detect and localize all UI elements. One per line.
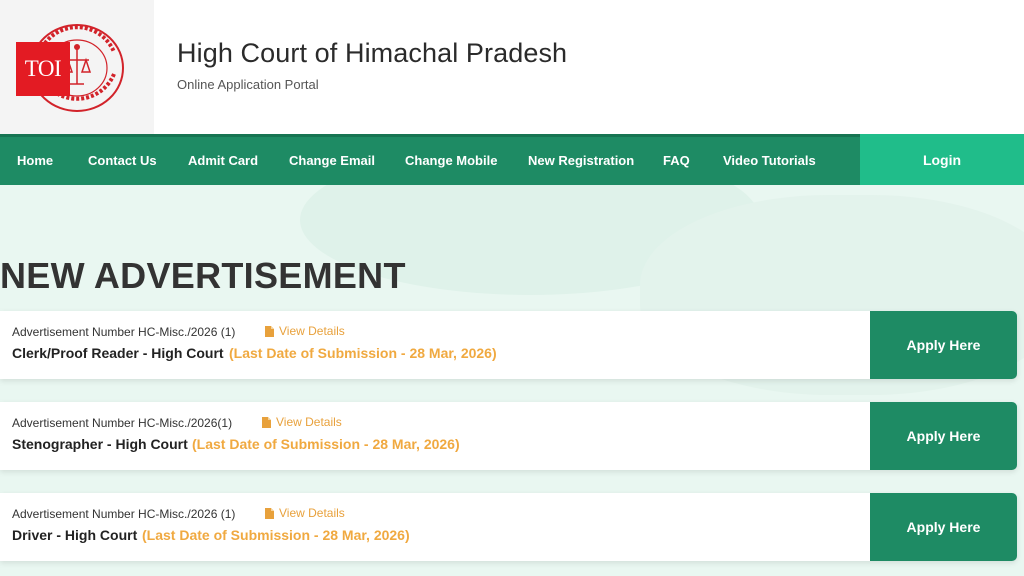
advertisement-card: Advertisement Number HC-Misc./2026(1) Vi… (0, 402, 1017, 470)
logo-area: TOI (0, 0, 154, 134)
view-details-link[interactable]: View Details (265, 506, 345, 520)
view-details-link[interactable]: View Details (262, 415, 342, 429)
apply-here-button[interactable]: Apply Here (870, 493, 1017, 561)
site-header: TOI High Court of Himachal Pradesh Onlin… (0, 0, 1024, 134)
submission-deadline: (Last Date of Submission - 28 Mar, 2026) (229, 345, 497, 361)
submission-deadline: (Last Date of Submission - 28 Mar, 2026) (192, 436, 460, 452)
advertisement-number: Advertisement Number HC-Misc./2026 (1) (12, 325, 236, 339)
page-title: NEW ADVERTISEMENT (0, 255, 406, 296)
apply-here-button[interactable]: Apply Here (870, 402, 1017, 470)
nav-home[interactable]: Home (17, 137, 53, 185)
site-subtitle: Online Application Portal (177, 77, 319, 92)
pdf-file-icon (262, 416, 271, 428)
nav-faq[interactable]: FAQ (663, 137, 690, 185)
advertisement-card: Advertisement Number HC-Misc./2026 (1) V… (0, 311, 1017, 379)
toi-logo: TOI (16, 42, 70, 96)
view-details-label: View Details (279, 324, 345, 338)
advertisement-number: Advertisement Number HC-Misc./2026(1) (12, 416, 233, 430)
post-title: Driver - High Court (12, 527, 138, 543)
nav-admit-card[interactable]: Admit Card (188, 137, 258, 185)
nav-change-mobile[interactable]: Change Mobile (405, 137, 497, 185)
post-title: Stenographer - High Court (12, 436, 188, 452)
main-nav: Home Contact Us Admit Card Change Email … (0, 134, 1024, 185)
advertisement-number: Advertisement Number HC-Misc./2026 (1) (12, 507, 236, 521)
view-details-link[interactable]: View Details (265, 324, 345, 338)
site-title: High Court of Himachal Pradesh (177, 38, 568, 68)
pdf-file-icon (265, 325, 274, 337)
toi-logo-text: TOI (24, 56, 62, 81)
view-details-label: View Details (276, 415, 342, 429)
nav-video-tutorials[interactable]: Video Tutorials (723, 137, 816, 185)
pdf-file-icon (265, 507, 274, 519)
login-button[interactable]: Login (860, 134, 1024, 185)
submission-deadline: (Last Date of Submission - 28 Mar, 2026) (142, 527, 410, 543)
nav-new-registration[interactable]: New Registration (528, 137, 634, 185)
view-details-label: View Details (279, 506, 345, 520)
nav-contact-us[interactable]: Contact Us (88, 137, 157, 185)
advertisement-card: Advertisement Number HC-Misc./2026 (1) V… (0, 493, 1017, 561)
main-content: NEW ADVERTISEMENT Advertisement Number H… (0, 185, 1024, 576)
nav-change-email[interactable]: Change Email (289, 137, 375, 185)
post-title: Clerk/Proof Reader - High Court (12, 345, 224, 361)
apply-here-button[interactable]: Apply Here (870, 311, 1017, 379)
